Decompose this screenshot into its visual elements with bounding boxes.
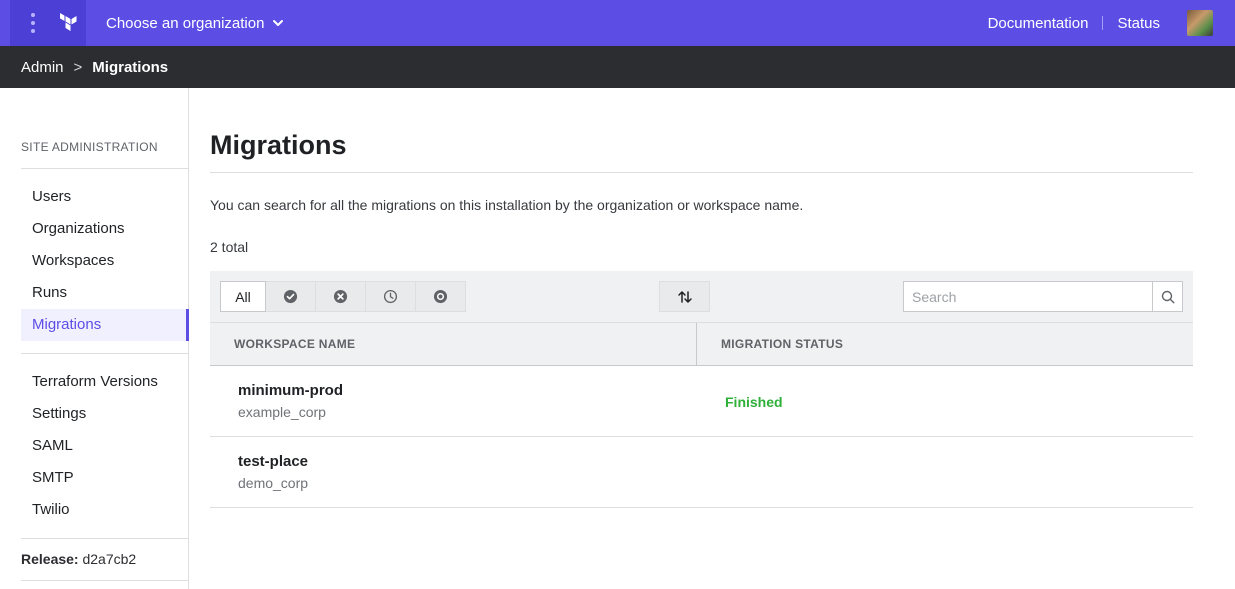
status-link[interactable]: Status <box>1117 15 1160 32</box>
chevron-down-icon <box>273 20 284 26</box>
top-navigation-bar: Choose an organization Documentation Sta… <box>0 0 1235 46</box>
app-switcher-area <box>10 0 86 46</box>
documentation-link[interactable]: Documentation <box>988 15 1089 32</box>
organization-name: example_corp <box>238 404 326 420</box>
table-toolbar: All <box>210 271 1193 322</box>
sidebar-divider <box>21 580 188 581</box>
sort-button[interactable] <box>659 281 710 312</box>
sidebar-item-migrations[interactable]: Migrations <box>21 309 189 341</box>
filter-all-button[interactable]: All <box>220 281 266 312</box>
search-icon <box>1161 290 1174 303</box>
target-circle-icon <box>433 289 448 304</box>
sidebar-item-users[interactable]: Users <box>21 181 189 213</box>
title-divider <box>210 172 1193 173</box>
sidebar-item-terraform-versions[interactable]: Terraform Versions <box>21 366 189 398</box>
column-header-migration-status[interactable]: MIGRATION STATUS <box>721 323 843 366</box>
release-label: Release: <box>21 551 79 567</box>
table-row[interactable]: test-place demo_corp <box>210 437 1193 508</box>
breadcrumb-admin-link[interactable]: Admin <box>21 59 64 76</box>
filter-pending-button[interactable] <box>366 281 416 312</box>
column-divider <box>696 323 697 366</box>
sidebar-divider <box>21 538 188 539</box>
search-input[interactable] <box>903 281 1153 312</box>
nav-divider <box>1102 16 1104 30</box>
results-total: 2 total <box>210 239 249 255</box>
column-header-workspace-name[interactable]: WORKSPACE NAME <box>234 323 355 366</box>
sort-arrows-icon <box>677 290 692 303</box>
check-circle-icon <box>283 289 298 304</box>
release-value: d2a7cb2 <box>82 551 137 567</box>
page-title: Migrations <box>210 130 347 160</box>
sidebar-item-runs[interactable]: Runs <box>21 277 189 309</box>
admin-sidebar: SITE ADMINISTRATION Users Organizations … <box>0 88 189 589</box>
status-filter-group: All <box>220 281 466 312</box>
migration-status: Finished <box>725 394 783 410</box>
breadcrumb: Admin > Migrations <box>0 46 1235 88</box>
search-box <box>903 281 1183 312</box>
filter-running-button[interactable] <box>416 281 466 312</box>
top-nav-links: Documentation Status <box>988 0 1235 46</box>
organization-selector[interactable]: Choose an organization <box>106 0 284 46</box>
sidebar-divider <box>21 353 188 354</box>
app-switcher-icon[interactable] <box>30 13 36 33</box>
breadcrumb-separator: > <box>73 58 83 76</box>
release-info: Release: d2a7cb2 <box>21 551 136 567</box>
x-circle-icon <box>333 289 348 304</box>
organization-selector-label: Choose an organization <box>106 14 265 32</box>
user-avatar[interactable] <box>1187 10 1213 36</box>
breadcrumb-current: Migrations <box>92 58 169 76</box>
search-button[interactable] <box>1153 281 1183 312</box>
sidebar-divider <box>21 168 188 169</box>
table-header: WORKSPACE NAME MIGRATION STATUS <box>210 322 1193 366</box>
terraform-logo-icon[interactable] <box>57 11 81 35</box>
sidebar-item-saml[interactable]: SAML <box>21 430 189 462</box>
workspace-name[interactable]: test-place <box>238 453 308 470</box>
filter-finished-button[interactable] <box>266 281 316 312</box>
workspace-name[interactable]: minimum-prod <box>238 382 343 399</box>
table-row[interactable]: minimum-prod example_corp Finished <box>210 366 1193 437</box>
clock-icon <box>383 289 398 304</box>
sidebar-section-title: SITE ADMINISTRATION <box>21 140 158 154</box>
sidebar-item-settings[interactable]: Settings <box>21 398 189 430</box>
organization-name: demo_corp <box>238 475 309 491</box>
sidebar-item-twilio[interactable]: Twilio <box>21 494 189 526</box>
sidebar-item-smtp[interactable]: SMTP <box>21 462 189 494</box>
filter-failed-button[interactable] <box>316 281 366 312</box>
page-description: You can search for all the migrations on… <box>210 197 804 213</box>
sidebar-item-workspaces[interactable]: Workspaces <box>21 245 189 277</box>
sidebar-item-organizations[interactable]: Organizations <box>21 213 189 245</box>
